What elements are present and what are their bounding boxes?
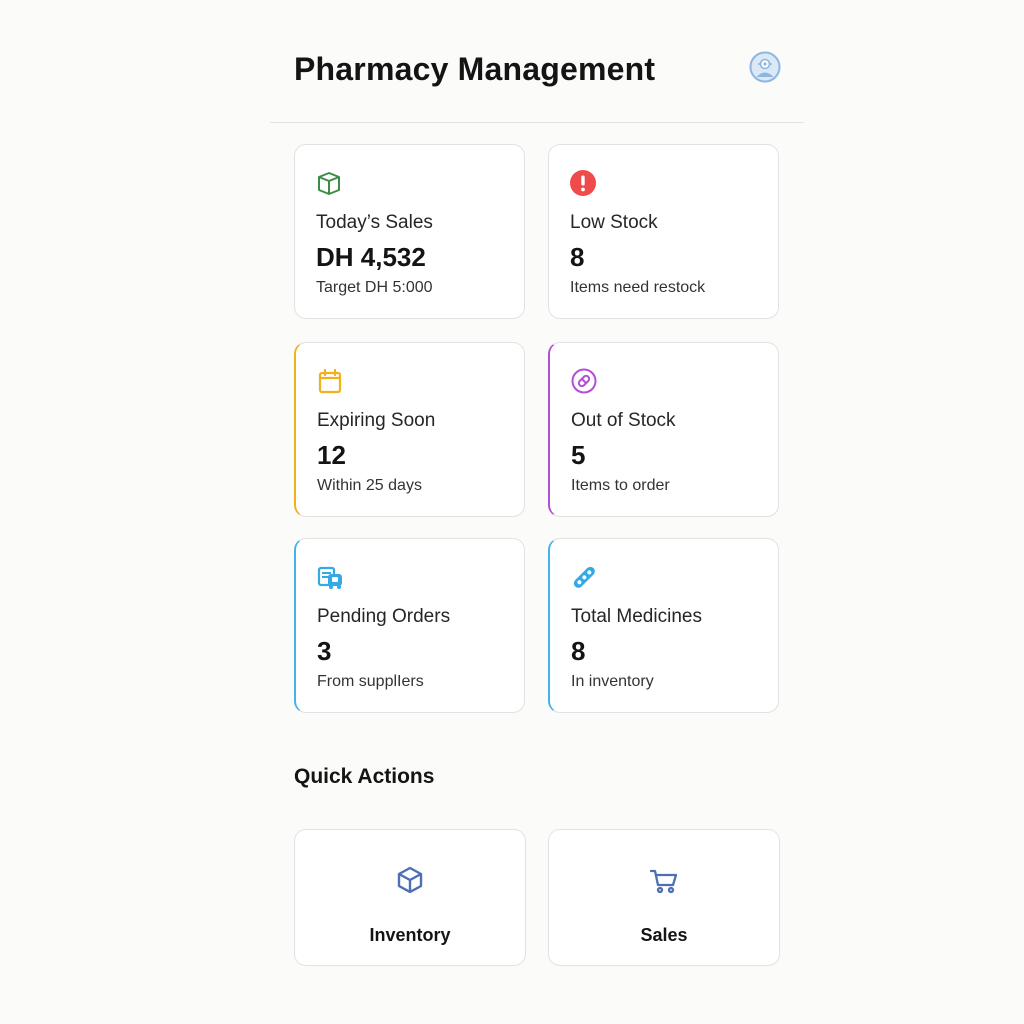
cube-icon xyxy=(395,865,425,895)
app-header: Pharmacy Management xyxy=(270,0,804,123)
capsules-icon xyxy=(570,563,598,591)
stat-label: Today’s Sales xyxy=(316,212,433,233)
delivery-icon xyxy=(316,563,344,591)
stat-value: 8 xyxy=(570,242,585,272)
app-root: Pharmacy Management Today’s Sales DH 4,5… xyxy=(0,0,1024,1024)
total-medicines-card[interactable]: Total Medicines 8 In inventory xyxy=(548,538,779,713)
stat-value: DH 4,532 xyxy=(316,242,426,272)
low-stock-card[interactable]: Low Stock 8 Items need restock xyxy=(548,144,779,319)
stat-label: Expiring Soon xyxy=(317,410,436,431)
pill-icon xyxy=(570,367,598,395)
stat-label: Total Medicines xyxy=(571,606,702,627)
stat-value: 8 xyxy=(571,636,586,666)
pending-orders-card[interactable]: Pending Orders 3 From supplIers xyxy=(294,538,525,713)
stat-value: 5 xyxy=(571,440,586,470)
stat-subtext: Items to order xyxy=(571,477,670,494)
todays-sales-card[interactable]: Today’s Sales DH 4,532 Target DH 5:000 xyxy=(294,144,525,319)
stat-label: Pending Orders xyxy=(317,606,451,627)
sales-action-label: Sales xyxy=(640,925,688,945)
stat-label: Out of Stock xyxy=(571,410,676,431)
page-title: Pharmacy Management xyxy=(294,51,656,87)
alert-icon xyxy=(569,169,597,197)
calendar-icon xyxy=(316,367,344,395)
stat-subtext: Target DH 5:000 xyxy=(316,279,433,296)
cart-icon xyxy=(649,865,679,895)
stat-subtext: Items need restock xyxy=(570,279,706,296)
expiring-soon-card[interactable]: Expiring Soon 12 Within 25 days xyxy=(294,342,525,517)
sales-action-button[interactable]: Sales xyxy=(548,829,780,966)
out-of-stock-card[interactable]: Out of Stock 5 Items to order xyxy=(548,342,779,517)
inventory-action-button[interactable]: Inventory xyxy=(294,829,526,966)
stat-subtext: In inventory xyxy=(571,673,654,690)
stat-subtext: From supplIers xyxy=(317,673,424,690)
inventory-action-label: Inventory xyxy=(369,925,451,945)
stat-value: 3 xyxy=(317,636,332,666)
stat-value: 12 xyxy=(317,440,346,470)
box-icon xyxy=(315,169,343,197)
user-avatar-icon[interactable] xyxy=(749,51,781,83)
stat-subtext: Within 25 days xyxy=(317,477,422,494)
stat-label: Low Stock xyxy=(570,212,658,233)
quick-actions-title: Quick Actions xyxy=(294,765,435,788)
